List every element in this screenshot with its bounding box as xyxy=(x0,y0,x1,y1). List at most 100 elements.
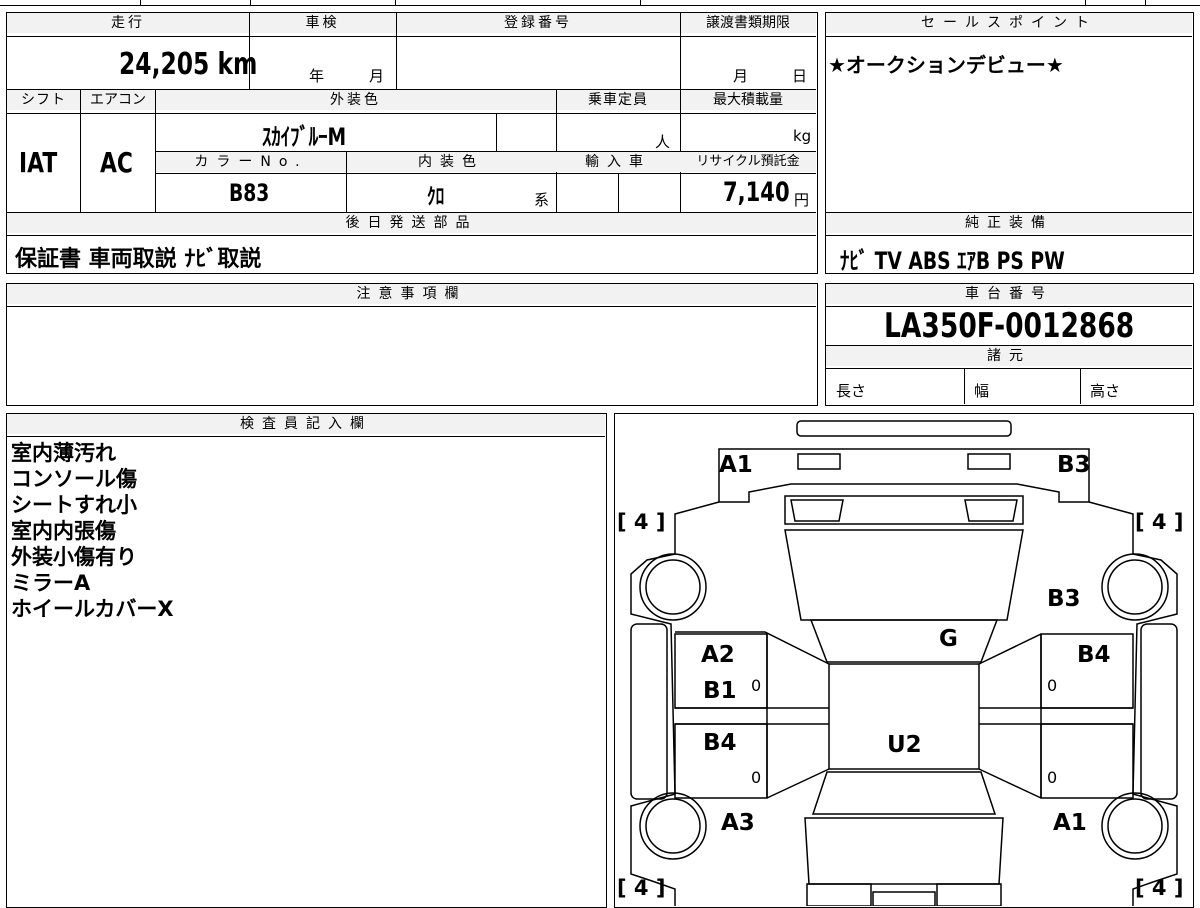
door-line-left xyxy=(675,631,830,665)
door-value-rear-left: 0 xyxy=(751,768,762,787)
wheel-rear-right-outer xyxy=(1101,792,1169,860)
taillight-right-shape xyxy=(936,883,1002,906)
inspector-note: 室内内張傷 xyxy=(11,519,116,543)
door-value-front-right: 0 xyxy=(1047,676,1058,695)
mark-u2: U2 xyxy=(887,732,922,758)
inspector-panel: 検査員記入欄 室内薄汚れ コンソール傷 シートすれ小 室内内張傷 外装小傷有り … xyxy=(6,413,607,908)
interior-header: 内装色 xyxy=(346,152,556,172)
wheel-rear-right-inner xyxy=(1107,798,1163,854)
top-strip-divider xyxy=(640,0,641,5)
transfer-day-unit: 日 xyxy=(792,67,808,85)
recycle-text: 7,140 xyxy=(723,177,790,208)
interior-text: ｸﾛ xyxy=(427,185,445,210)
equipment-text: ﾅﾋﾞ TV ABS ｴｱB PS PW xyxy=(840,247,1065,275)
chassis-header: 車台番号 xyxy=(826,284,1192,304)
spec-header: 諸元 xyxy=(826,346,1192,366)
top-strip-line xyxy=(0,5,1200,6)
equipment-header: 純正装備 xyxy=(826,213,1192,233)
inspection-month-unit: 月 xyxy=(369,67,385,85)
width-label: 幅 xyxy=(974,382,990,400)
color-no-value: B83 xyxy=(229,179,281,207)
recycle-unit: 円 xyxy=(794,191,810,209)
notes-panel: 注意事項欄 xyxy=(6,283,818,406)
height-label: 高さ xyxy=(1090,382,1121,400)
tire-depth-rear-left: [ 4 ] xyxy=(617,876,666,900)
mark-a1-bottom: A1 xyxy=(1053,810,1087,836)
ac-header: エアコン xyxy=(81,90,155,110)
inspector-notes-list: 室内薄汚れ コンソール傷 シートすれ小 室内内張傷 外装小傷有り ミラーA ホイ… xyxy=(11,440,174,622)
foglight-right-shape xyxy=(964,499,1018,522)
wheel-rear-left-inner xyxy=(645,798,701,854)
later-parts-value: 保証書 車両取説 ﾅﾋﾞ取説 xyxy=(15,247,262,272)
top-strip-divider xyxy=(395,0,396,5)
wheel-front-left-inner xyxy=(645,559,701,615)
col-line xyxy=(80,89,81,212)
rear-hatch-shape xyxy=(804,817,1004,885)
chassis-value: LA350F-0012868 xyxy=(884,306,1200,346)
mark-a2: A2 xyxy=(701,642,735,668)
registration-header: 登録番号 xyxy=(396,13,680,33)
col-line xyxy=(249,13,250,89)
shift-text: IAT xyxy=(19,146,58,179)
mileage-value: 24,205 km xyxy=(119,47,296,82)
ac-text: AC xyxy=(100,146,133,179)
row-line xyxy=(155,173,816,174)
side-panel-left-shape xyxy=(630,623,668,800)
exterior-text: ｽｶｲﾌﾞﾙｰM xyxy=(262,123,347,151)
damage-diagram-panel: A1 B3 B3 G A2 B1 B4 B4 U2 A3 A1 [ 4 ] [ … xyxy=(614,413,1194,908)
sill-right xyxy=(979,707,1133,725)
col-line xyxy=(1080,368,1081,404)
row-line xyxy=(7,235,816,236)
transfer-header: 譲渡書類期限 xyxy=(680,13,816,33)
wheel-front-right-inner xyxy=(1107,559,1163,615)
front-bumper-shape xyxy=(718,448,1090,503)
taillight-left-shape xyxy=(806,883,872,906)
later-parts-header: 後日発送部品 xyxy=(7,213,816,233)
mark-b1: B1 xyxy=(703,678,737,704)
inspector-note: 外装小傷有り xyxy=(11,545,137,569)
interior-unit: 系 xyxy=(534,191,550,209)
row-line xyxy=(7,113,816,114)
top-strip-divider xyxy=(1145,0,1146,5)
max-load-unit: kg xyxy=(793,127,812,145)
wheel-front-left-outer xyxy=(639,553,707,621)
row-line xyxy=(826,368,1192,369)
headlight-left-shape xyxy=(797,453,841,470)
top-strip-divider xyxy=(140,0,141,5)
notes-header: 注意事項欄 xyxy=(7,284,816,304)
import-header: 輸入車 xyxy=(556,152,680,172)
ac-value: AC xyxy=(100,146,142,179)
transfer-month-unit: 月 xyxy=(733,67,749,85)
col-line xyxy=(618,173,619,212)
chassis-text: LA350F-0012868 xyxy=(884,306,1135,346)
capacity-unit: 人 xyxy=(655,133,671,151)
sales-point-panel: セールスポイント ★オークションデビュー★ 純正装備 ﾅﾋﾞ TV ABS ｴｱ… xyxy=(825,12,1194,276)
exterior-header: 外装色 xyxy=(155,90,556,110)
door-value-front-left: 0 xyxy=(751,676,762,695)
inspector-note: シートすれ小 xyxy=(11,493,137,517)
inspector-note: ホイールカバーX xyxy=(11,597,174,621)
vehicle-info-table: 走行 車検 登録番号 譲渡書類期限 24,205 km 年 月 月 日 シフト … xyxy=(6,12,818,274)
equipment-value: ﾅﾋﾞ TV ABS ｴｱB PS PW xyxy=(840,241,1128,276)
row-line xyxy=(826,36,1192,37)
row-line xyxy=(826,235,1192,236)
door-pillar-right xyxy=(978,633,1042,799)
chassis-panel: 車台番号 LA350F-0012868 諸元 長さ 幅 高さ xyxy=(825,283,1194,406)
sill-left xyxy=(675,707,829,725)
headlight-right-shape xyxy=(967,453,1011,470)
col-line xyxy=(964,368,965,404)
mileage-header: 走行 xyxy=(7,13,249,33)
inspector-header: 検査員記入欄 xyxy=(7,414,605,434)
capacity-header: 乗車定員 xyxy=(556,90,680,110)
mark-b3-top: B3 xyxy=(1057,452,1091,478)
max-load-header: 最大積載量 xyxy=(680,90,816,110)
shift-header: シフト xyxy=(7,90,80,110)
tire-depth-front-right: [ 4 ] xyxy=(1135,510,1184,534)
col-line xyxy=(496,113,497,151)
col-line xyxy=(346,151,347,212)
inspector-note: 室内薄汚れ xyxy=(11,441,116,465)
mark-b3-right: B3 xyxy=(1047,586,1081,612)
row-line xyxy=(7,436,605,437)
top-strip-divider xyxy=(250,0,251,5)
recycle-header: リサイクル預託金 xyxy=(680,152,816,172)
